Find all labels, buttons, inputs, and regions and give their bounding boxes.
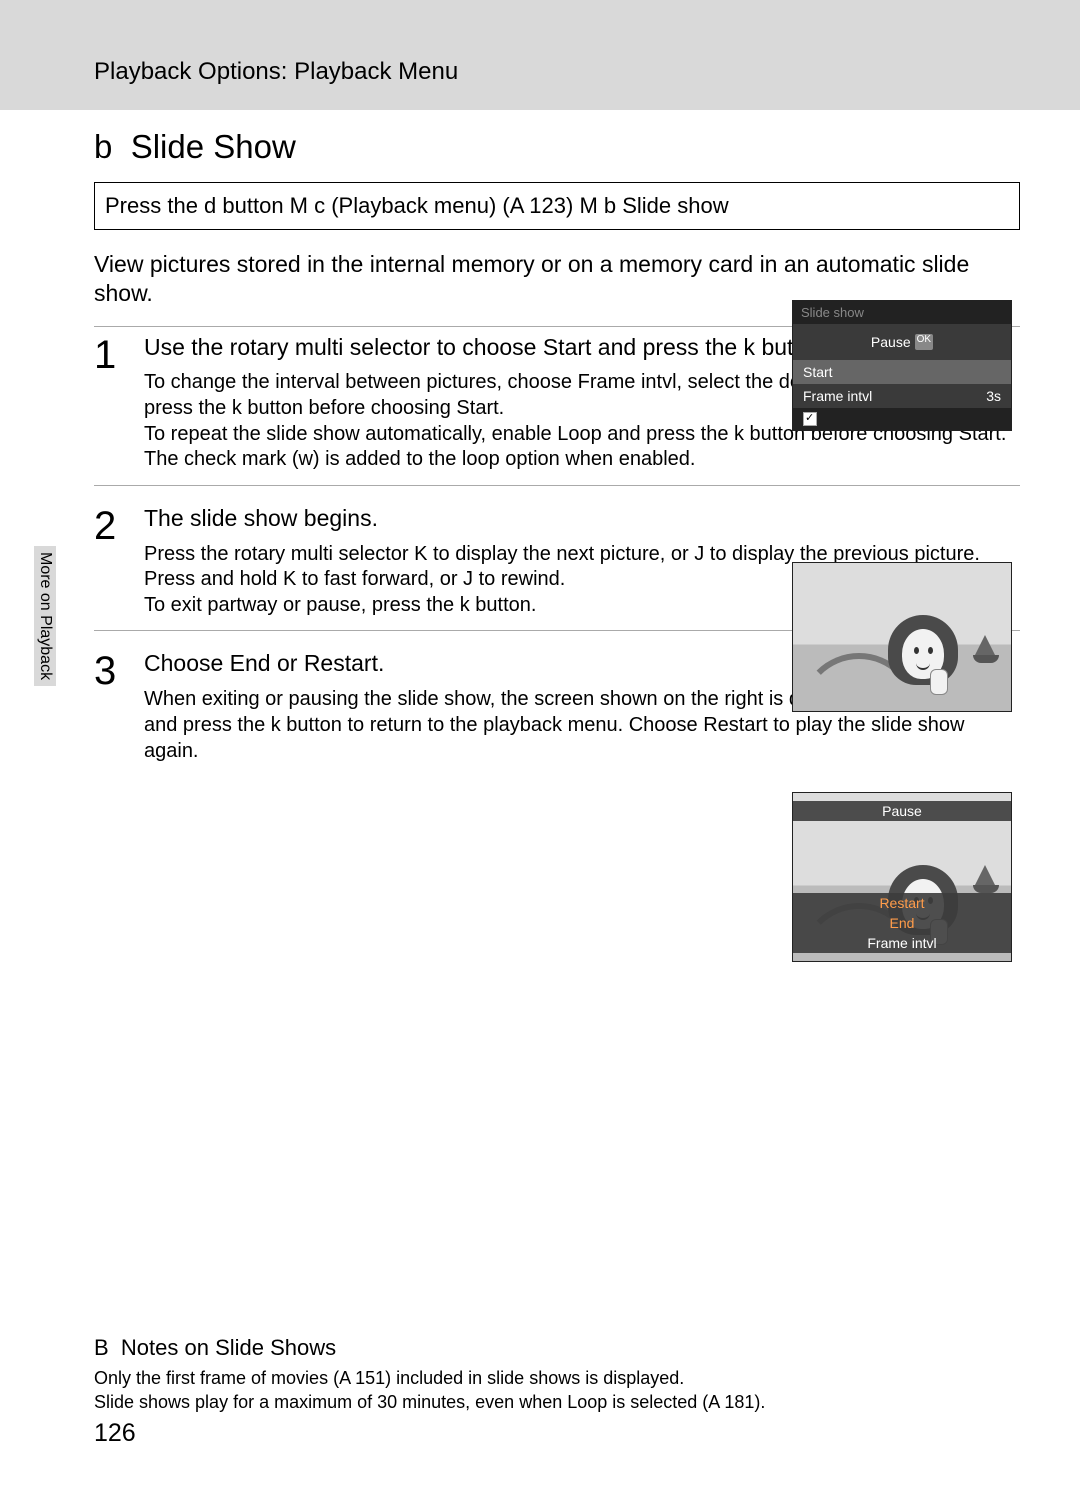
portrait-illustration <box>888 615 958 703</box>
checkbox-icon <box>803 412 817 426</box>
overlay-restart: Restart <box>793 893 1011 913</box>
nav-path-box: Press the d button M c (Playback menu) (… <box>94 182 1020 230</box>
notes-body: Only the first frame of movies (A 151) i… <box>94 1367 1020 1414</box>
screen-start-row: Start <box>793 360 1011 384</box>
screen-title: Slide show <box>793 301 1011 324</box>
step-number: 3 <box>94 649 126 764</box>
figure-exit-menu: Pause Restart End Frame intvl <box>792 792 1012 962</box>
figure-menu-screen: Slide show PauseOK Start Frame intvl3s <box>792 300 1012 431</box>
overlay-end: End <box>793 913 1011 933</box>
header-band: Playback Options: Playback Menu <box>0 0 1080 110</box>
breadcrumb: Playback Options: Playback Menu <box>94 58 458 86</box>
title-text: Slide Show <box>131 128 296 165</box>
screen-loop-row <box>793 408 1011 430</box>
side-tab-label: More on Playback <box>34 546 56 686</box>
ok-icon: OK <box>915 334 933 350</box>
notes-section: B Notes on Slide Shows Only the first fr… <box>94 1335 1020 1414</box>
title-prefix: b <box>94 128 112 165</box>
intro-text: View pictures stored in the internal mem… <box>94 250 1020 308</box>
page-number: 126 <box>94 1419 136 1448</box>
notes-heading: Notes on Slide Shows <box>121 1335 336 1360</box>
screen-frame-row: Frame intvl3s <box>793 384 1011 408</box>
step-number: 2 <box>94 504 126 619</box>
step-heading: The slide show begins. <box>144 504 1020 534</box>
figure-playback-preview <box>792 562 1012 712</box>
screen-pause-row: PauseOK <box>793 324 1011 360</box>
overlay-frame: Frame intvl <box>793 933 1011 953</box>
page-title: b Slide Show <box>94 128 1020 166</box>
notes-prefix: B <box>94 1335 109 1360</box>
sailboat-illustration <box>973 865 1001 895</box>
overlay-pause: Pause <box>793 801 1011 821</box>
step-number: 1 <box>94 333 126 473</box>
sailboat-illustration <box>973 635 1001 665</box>
